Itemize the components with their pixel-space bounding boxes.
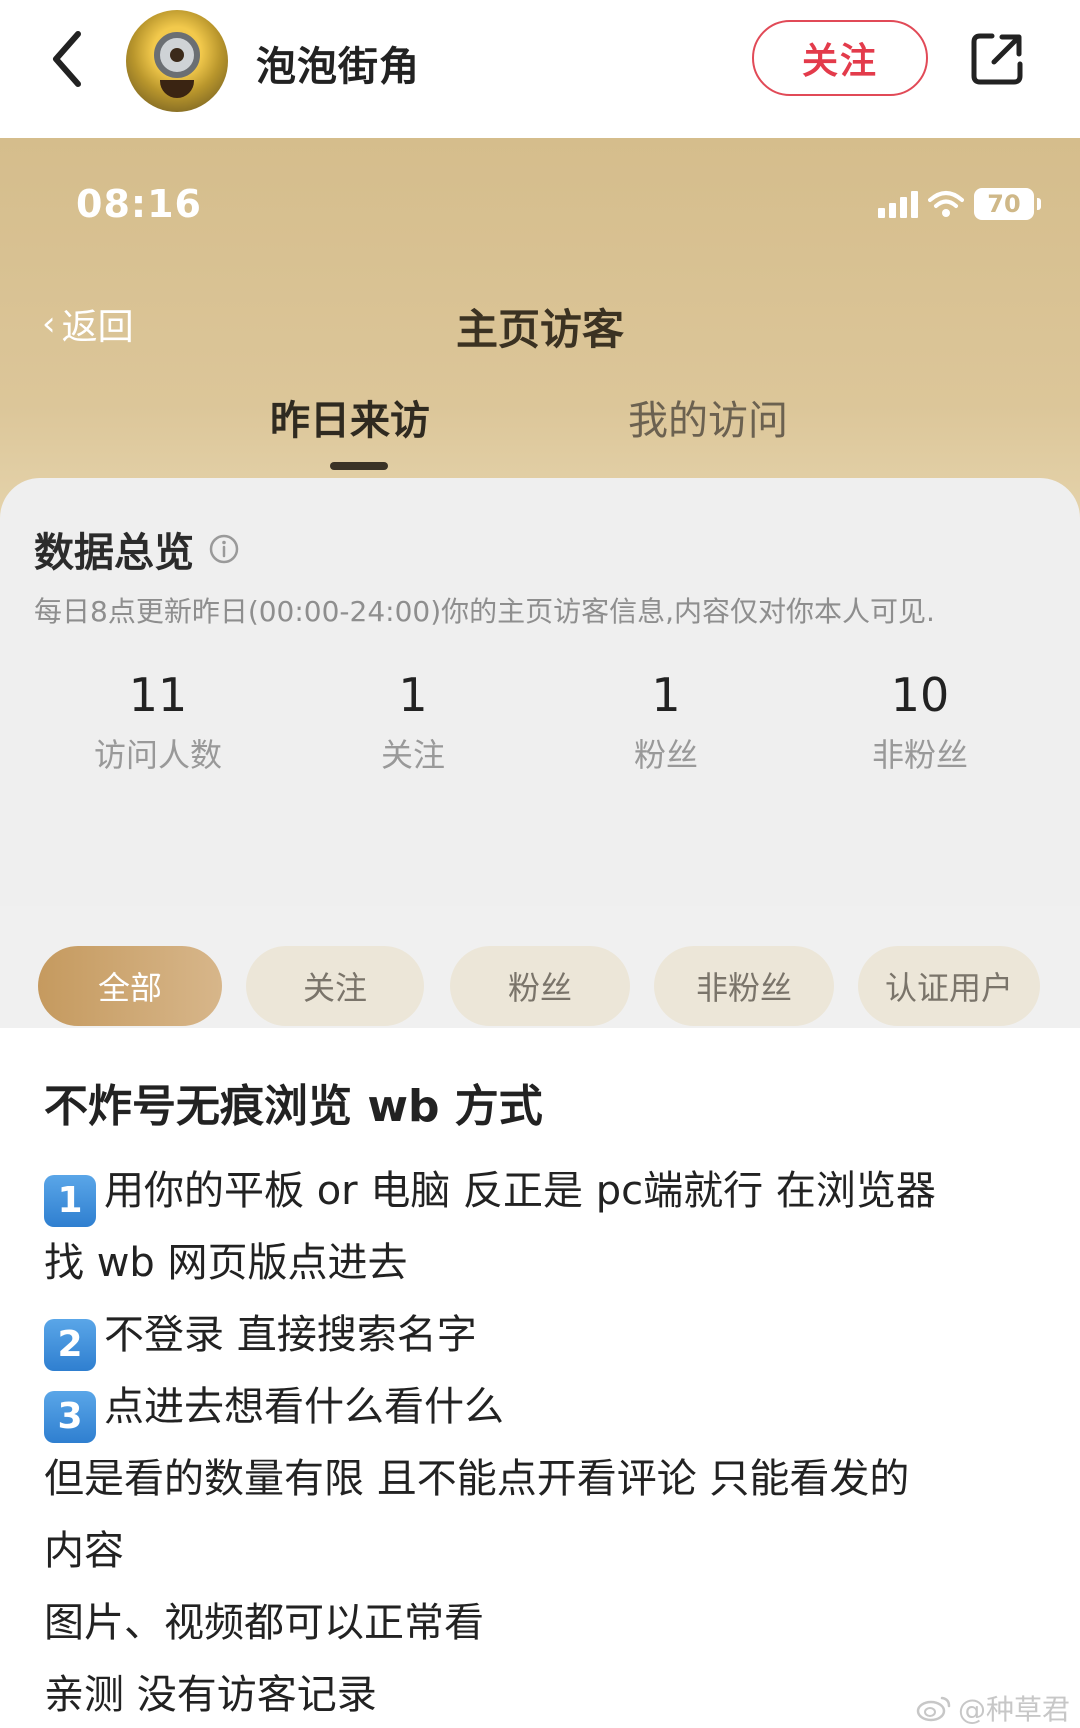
filter-chip-non-fans[interactable]: 非粉丝 — [654, 946, 834, 1026]
keycap-1-icon: 1 — [44, 1174, 96, 1227]
stat-non-fans[interactable]: 10 非粉丝 — [820, 668, 1020, 776]
stat-visitors[interactable]: 11 访问人数 — [58, 668, 258, 776]
keycap-2-icon: 2 — [44, 1318, 96, 1371]
stat-value: 11 — [128, 668, 188, 722]
signal-icon — [878, 190, 918, 218]
post-step-3: 3 点进去想看什么看什么 — [44, 1374, 504, 1443]
stat-following[interactable]: 1 关注 — [313, 668, 513, 776]
stat-label: 关注 — [380, 736, 445, 774]
post-line-limits: 但是看的数量有限 且不能点开看评论 只能看发的 — [44, 1456, 910, 1502]
post-line-tested: 亲测 没有访客记录 — [44, 1672, 377, 1718]
filter-chips: 全部 关注 粉丝 非粉丝 认证用户 — [0, 906, 1080, 1028]
keycap-3-icon: 3 — [44, 1390, 96, 1443]
stat-label: 访问人数 — [93, 736, 222, 774]
stat-label: 粉丝 — [633, 736, 698, 774]
page-title: 主页访客 — [455, 305, 624, 354]
overview-subtitle: 每日8点更新昨日(00:00-24:00)你的主页访客信息,内容仅对你本人可见. — [34, 595, 935, 628]
filter-chip-following[interactable]: 关注 — [246, 946, 424, 1026]
post-step-2: 2 不登录 直接搜索名字 — [44, 1302, 477, 1371]
watermark: @种草君 — [916, 1688, 1070, 1728]
filter-chip-all[interactable]: 全部 — [38, 946, 222, 1026]
post-line-media: 图片、视频都可以正常看 — [44, 1600, 484, 1646]
battery-icon: 70 — [974, 188, 1041, 220]
stat-value: 1 — [651, 668, 681, 722]
status-time: 08:16 — [76, 182, 202, 226]
embedded-screenshot: 08:16 70 ‹ 返回 主页访客 昨日来访 我的访问 数据总览 每日8点更新… — [0, 138, 1080, 1028]
post-line-limits-continued: 内容 — [44, 1528, 124, 1574]
step-1-text: 用你的平板 or 电脑 反正是 pc端就行 在浏览器 — [104, 1168, 936, 1214]
stat-fans[interactable]: 1 粉丝 — [566, 668, 766, 776]
overview-title: 数据总览 — [34, 530, 194, 576]
wifi-icon — [928, 191, 964, 217]
step-2-text: 不登录 直接搜索名字 — [104, 1312, 477, 1358]
filter-chip-verified[interactable]: 认证用户 — [858, 946, 1040, 1026]
stat-value: 1 — [398, 668, 428, 722]
status-icons: 70 — [878, 188, 1041, 220]
username[interactable]: 泡泡街角 — [256, 34, 420, 92]
share-icon[interactable] — [968, 30, 1026, 88]
post-title: 不炸号无痕浏览 wb 方式 — [44, 1081, 543, 1132]
stat-value: 10 — [890, 668, 950, 722]
follow-button[interactable]: 关注 — [752, 20, 928, 96]
overview-card: 数据总览 每日8点更新昨日(00:00-24:00)你的主页访客信息,内容仅对你… — [0, 478, 1080, 918]
tab-my-visits[interactable]: 我的访问 — [628, 388, 788, 446]
profile-header: 泡泡街角 关注 — [0, 0, 1080, 138]
stat-label: 非粉丝 — [871, 736, 968, 774]
back-arrow-icon[interactable] — [44, 26, 94, 92]
info-icon[interactable] — [208, 533, 240, 565]
weibo-logo-icon — [916, 1696, 951, 1722]
filter-chip-fans[interactable]: 粉丝 — [450, 946, 630, 1026]
stats-row: 11 访问人数 1 关注 1 粉丝 10 非粉丝 — [0, 668, 1080, 788]
avatar[interactable] — [126, 10, 228, 112]
post-step-1: 1 用你的平板 or 电脑 反正是 pc端就行 在浏览器 — [44, 1158, 936, 1227]
post-step-1-continued: 找 wb 网页版点进去 — [44, 1240, 408, 1286]
watermark-text: @种草君 — [957, 1693, 1070, 1726]
tab-indicator — [330, 462, 388, 470]
step-3-text: 点进去想看什么看什么 — [104, 1384, 504, 1430]
overview-title-row: 数据总览 — [34, 520, 240, 578]
tab-yesterday-visits[interactable]: 昨日来访 — [270, 388, 430, 446]
